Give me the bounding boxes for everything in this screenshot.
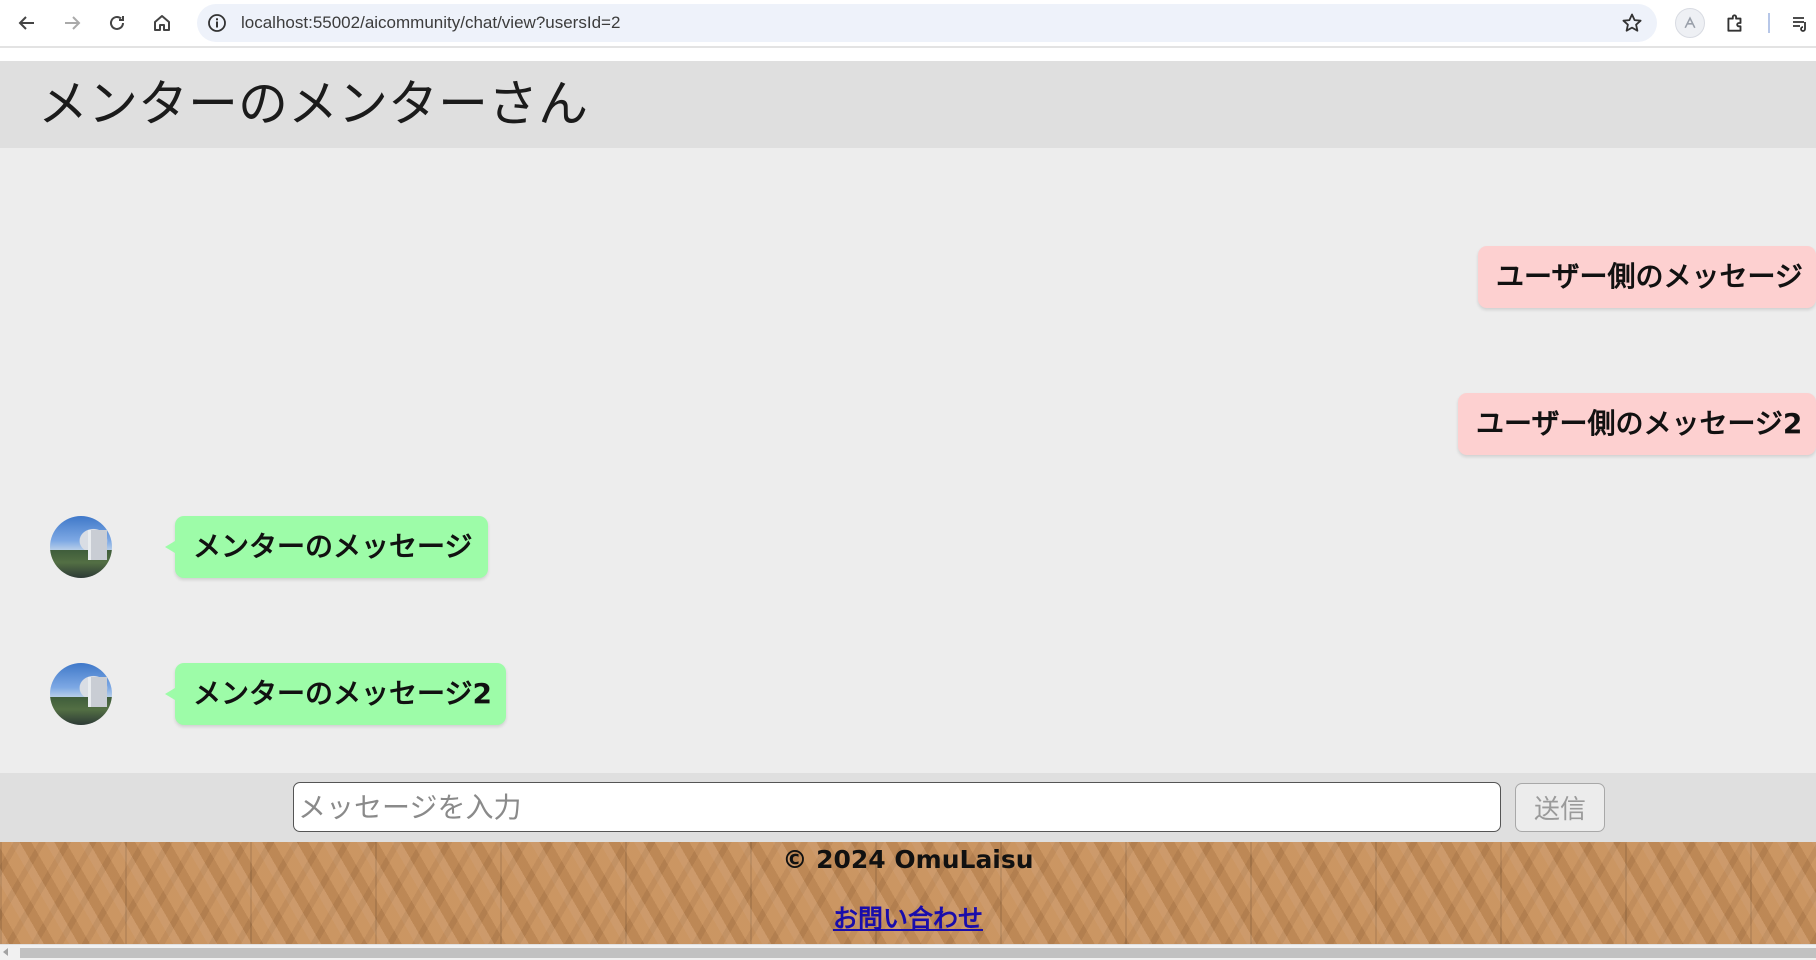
- mentor-message-bubble: メンターのメッセージ2: [165, 663, 506, 725]
- puzzle-icon: [1727, 14, 1742, 32]
- mentor-avatar: [50, 516, 112, 578]
- mentor-message-bubble: メンターのメッセージ: [165, 516, 488, 578]
- back-button[interactable]: [10, 6, 44, 40]
- profile-button[interactable]: [1674, 7, 1706, 39]
- scroll-left-arrow-icon[interactable]: [3, 948, 8, 956]
- bookmark-star-icon[interactable]: [1621, 12, 1643, 34]
- browser-toolbar: localhost:55002/aicommunity/chat/view?us…: [0, 0, 1816, 48]
- forward-button[interactable]: [55, 6, 89, 40]
- arrow-left-icon: [18, 16, 34, 30]
- url-text[interactable]: localhost:55002/aicommunity/chat/view?us…: [241, 4, 620, 42]
- reading-list-button[interactable]: [1784, 7, 1816, 39]
- chat-area[interactable]: ユーザー側のメッセージ ユーザー側のメッセージ2 メンターのメッセージ メンター…: [0, 148, 1816, 773]
- toolbar-separator: [1768, 13, 1770, 33]
- footer: © 2024 OmuLaisu お問い合わせ: [0, 842, 1816, 944]
- scrollbar-thumb[interactable]: [20, 948, 1816, 958]
- reload-button[interactable]: [100, 6, 134, 40]
- send-button[interactable]: 送信: [1515, 783, 1605, 832]
- message-input[interactable]: [293, 782, 1501, 832]
- playlist-icon: [1793, 17, 1806, 32]
- app-header: メンターのメンターさん: [0, 61, 1816, 148]
- message-composer: 送信: [0, 773, 1816, 842]
- address-bar[interactable]: localhost:55002/aicommunity/chat/view?us…: [197, 4, 1657, 42]
- contact-link[interactable]: お問い合わせ: [0, 904, 1816, 934]
- home-button[interactable]: [145, 6, 179, 40]
- home-icon: [154, 15, 170, 31]
- profile-avatar-icon: [1675, 8, 1705, 38]
- copyright-text: © 2024 OmuLaisu: [782, 845, 1034, 874]
- reload-icon: [110, 15, 124, 30]
- user-message-bubble: ユーザー側のメッセージ: [1478, 246, 1816, 308]
- info-icon[interactable]: [207, 13, 227, 33]
- horizontal-scrollbar[interactable]: [0, 944, 1816, 960]
- user-message-bubble: ユーザー側のメッセージ2: [1458, 393, 1816, 455]
- page-title: メンターのメンターさん: [38, 75, 588, 133]
- extensions-button[interactable]: [1719, 7, 1751, 39]
- arrow-right-icon: [65, 16, 81, 30]
- mentor-avatar: [50, 663, 112, 725]
